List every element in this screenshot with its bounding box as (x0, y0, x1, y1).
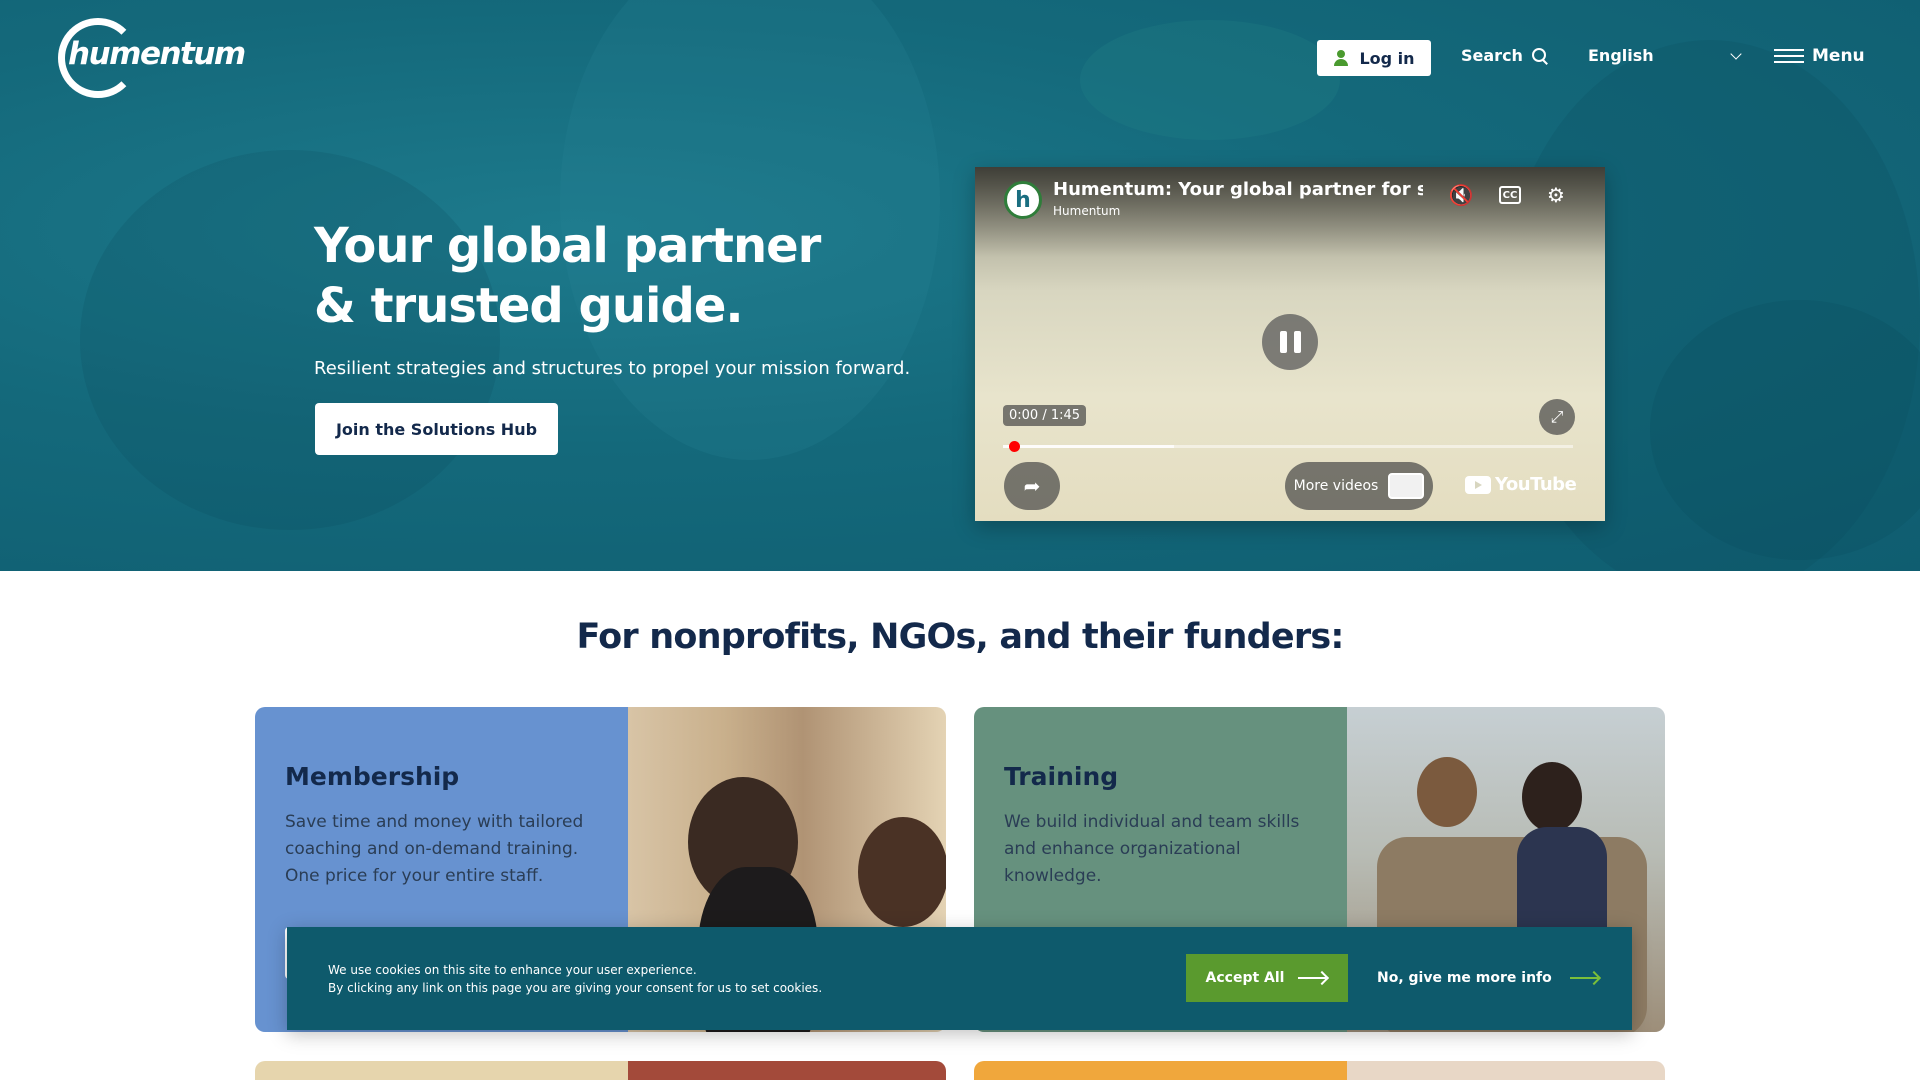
fullscreen-icon[interactable]: ⤢ (1539, 399, 1575, 435)
section-title: For nonprofits, NGOs, and their funders: (576, 617, 1344, 657)
video-thumbnail (1388, 473, 1425, 499)
menu-button[interactable]: Menu (1774, 46, 1865, 66)
background-shape (1080, 20, 1340, 140)
card-preview[interactable] (974, 1061, 1665, 1080)
youtube-video-player[interactable]: h Humentum: Your global partner for soci… (975, 167, 1605, 521)
menu-label: Menu (1812, 46, 1865, 66)
join-solutions-hub-button[interactable]: Join the Solutions Hub (315, 403, 558, 455)
cookie-banner: We use cookies on this site to enhance y… (287, 927, 1632, 1030)
card-title: Membership (285, 762, 460, 791)
card-title: Training (1004, 762, 1119, 791)
video-progress-bar[interactable] (1003, 441, 1573, 452)
video-title[interactable]: Humentum: Your global partner for social (1053, 179, 1423, 200)
background-shape (80, 150, 500, 530)
hero-title-line2: & trusted guide. (314, 278, 744, 334)
site-logo[interactable]: humentum (58, 16, 246, 100)
login-button[interactable]: Log in (1317, 40, 1431, 76)
card-text: Save time and money with tailored coachi… (285, 812, 584, 886)
more-info-label: No, give me more info (1377, 970, 1552, 986)
mute-icon[interactable]: 🔇 (1447, 181, 1475, 209)
cc-icon[interactable]: CC (1499, 186, 1521, 204)
card-panel (974, 1061, 1347, 1080)
arrow-right-icon (1298, 972, 1328, 984)
hero-title-line1: Your global partner (314, 218, 821, 274)
hamburger-icon (1774, 48, 1804, 64)
cookie-message: We use cookies on this site to enhance y… (328, 961, 822, 997)
buffered-bar (1003, 445, 1174, 448)
card-photo (628, 1061, 946, 1080)
hero-title: Your global partner & trusted guide. (314, 216, 874, 336)
hero-subtitle: Resilient strategies and structures to p… (314, 358, 911, 379)
user-icon (1333, 50, 1349, 66)
card-panel (255, 1061, 628, 1080)
language-select[interactable]: English (1588, 46, 1742, 65)
channel-avatar[interactable]: h (1004, 181, 1042, 219)
more-videos-button[interactable]: More videos (1285, 462, 1433, 510)
search-icon (1531, 47, 1548, 64)
cookie-line1: We use cookies on this site to enhance y… (328, 963, 697, 977)
pause-button[interactable] (1262, 314, 1318, 370)
hero-section: humentum Log in Search English Menu Your… (0, 0, 1920, 571)
video-time: 0:00 / 1:45 (1003, 405, 1087, 426)
youtube-label: YouTube (1495, 474, 1577, 495)
search-label: Search (1461, 46, 1523, 65)
pause-bar (1279, 331, 1287, 353)
accept-all-button[interactable]: Accept All (1186, 954, 1348, 1002)
arrow-right-icon (1569, 972, 1600, 984)
search-button[interactable]: Search (1461, 46, 1548, 65)
more-videos-label: More videos (1293, 478, 1379, 494)
share-icon[interactable]: ➦ (1004, 462, 1060, 510)
login-label: Log in (1359, 48, 1415, 68)
settings-icon[interactable]: ⚙ (1542, 181, 1570, 209)
logo-text: humentum (68, 36, 246, 72)
card-photo (1347, 1061, 1665, 1080)
accept-label: Accept All (1205, 970, 1285, 986)
language-value: English (1588, 46, 1654, 65)
scrubber-handle[interactable] (1008, 441, 1020, 452)
cookie-line2: By clicking any link on this page you ar… (328, 981, 823, 995)
card-preview[interactable] (255, 1061, 946, 1080)
youtube-logo[interactable]: YouTube (1465, 474, 1577, 495)
pause-bar (1293, 331, 1301, 353)
more-info-button[interactable]: No, give me more info (1377, 954, 1600, 1002)
chevron-down-icon (1730, 47, 1742, 60)
card-text: We build individual and team skills and … (1004, 812, 1300, 886)
youtube-play-icon (1465, 475, 1491, 494)
video-channel[interactable]: Humentum (1053, 204, 1120, 218)
